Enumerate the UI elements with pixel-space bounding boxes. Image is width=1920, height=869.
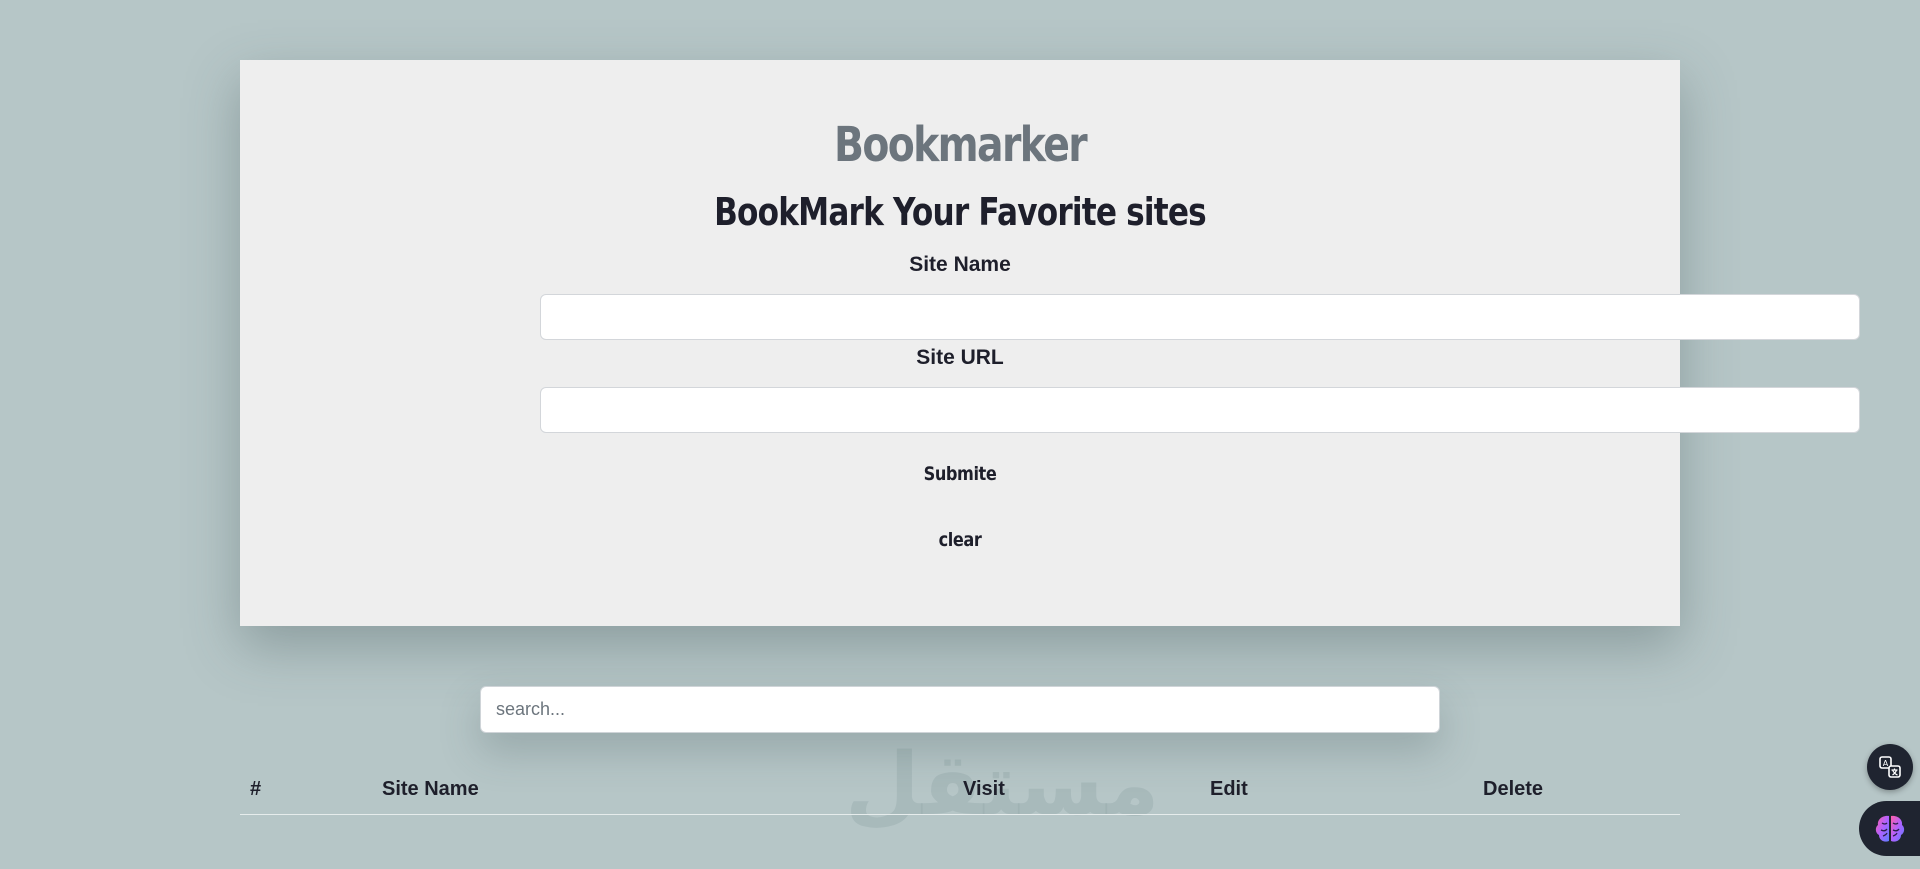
clear-button[interactable]: clear bbox=[348, 529, 1572, 551]
assistant-button[interactable] bbox=[1859, 801, 1920, 856]
site-url-input[interactable] bbox=[540, 387, 1860, 433]
site-name-input[interactable] bbox=[540, 294, 1860, 340]
bookmark-form-card: Bookmarker BookMark Your Favorite sites … bbox=[240, 60, 1860, 626]
page: Bookmarker BookMark Your Favorite sites … bbox=[0, 0, 1920, 869]
column-header-visit: Visit bbox=[963, 778, 1005, 800]
submit-button[interactable]: Submite bbox=[348, 463, 1572, 485]
column-header-site-name: Site Name bbox=[382, 778, 479, 800]
column-header-delete: Delete bbox=[1483, 778, 1544, 800]
bookmarks-table-header: # Site Name Visit Edit Delete bbox=[240, 770, 1680, 815]
column-header-edit: Edit bbox=[1210, 778, 1248, 800]
brain-icon bbox=[1875, 815, 1904, 842]
search-input[interactable] bbox=[480, 686, 1440, 733]
page-title: Bookmarker bbox=[833, 117, 1088, 173]
site-name-label: Site Name bbox=[909, 253, 1011, 276]
site-url-label: Site URL bbox=[916, 346, 1004, 369]
page-subtitle: BookMark Your Favorite sites bbox=[714, 190, 1207, 234]
translate-icon: A bbox=[1879, 756, 1901, 778]
column-header-index: # bbox=[250, 778, 262, 800]
translate-button[interactable]: A bbox=[1867, 744, 1913, 790]
svg-text:A: A bbox=[1883, 759, 1889, 768]
